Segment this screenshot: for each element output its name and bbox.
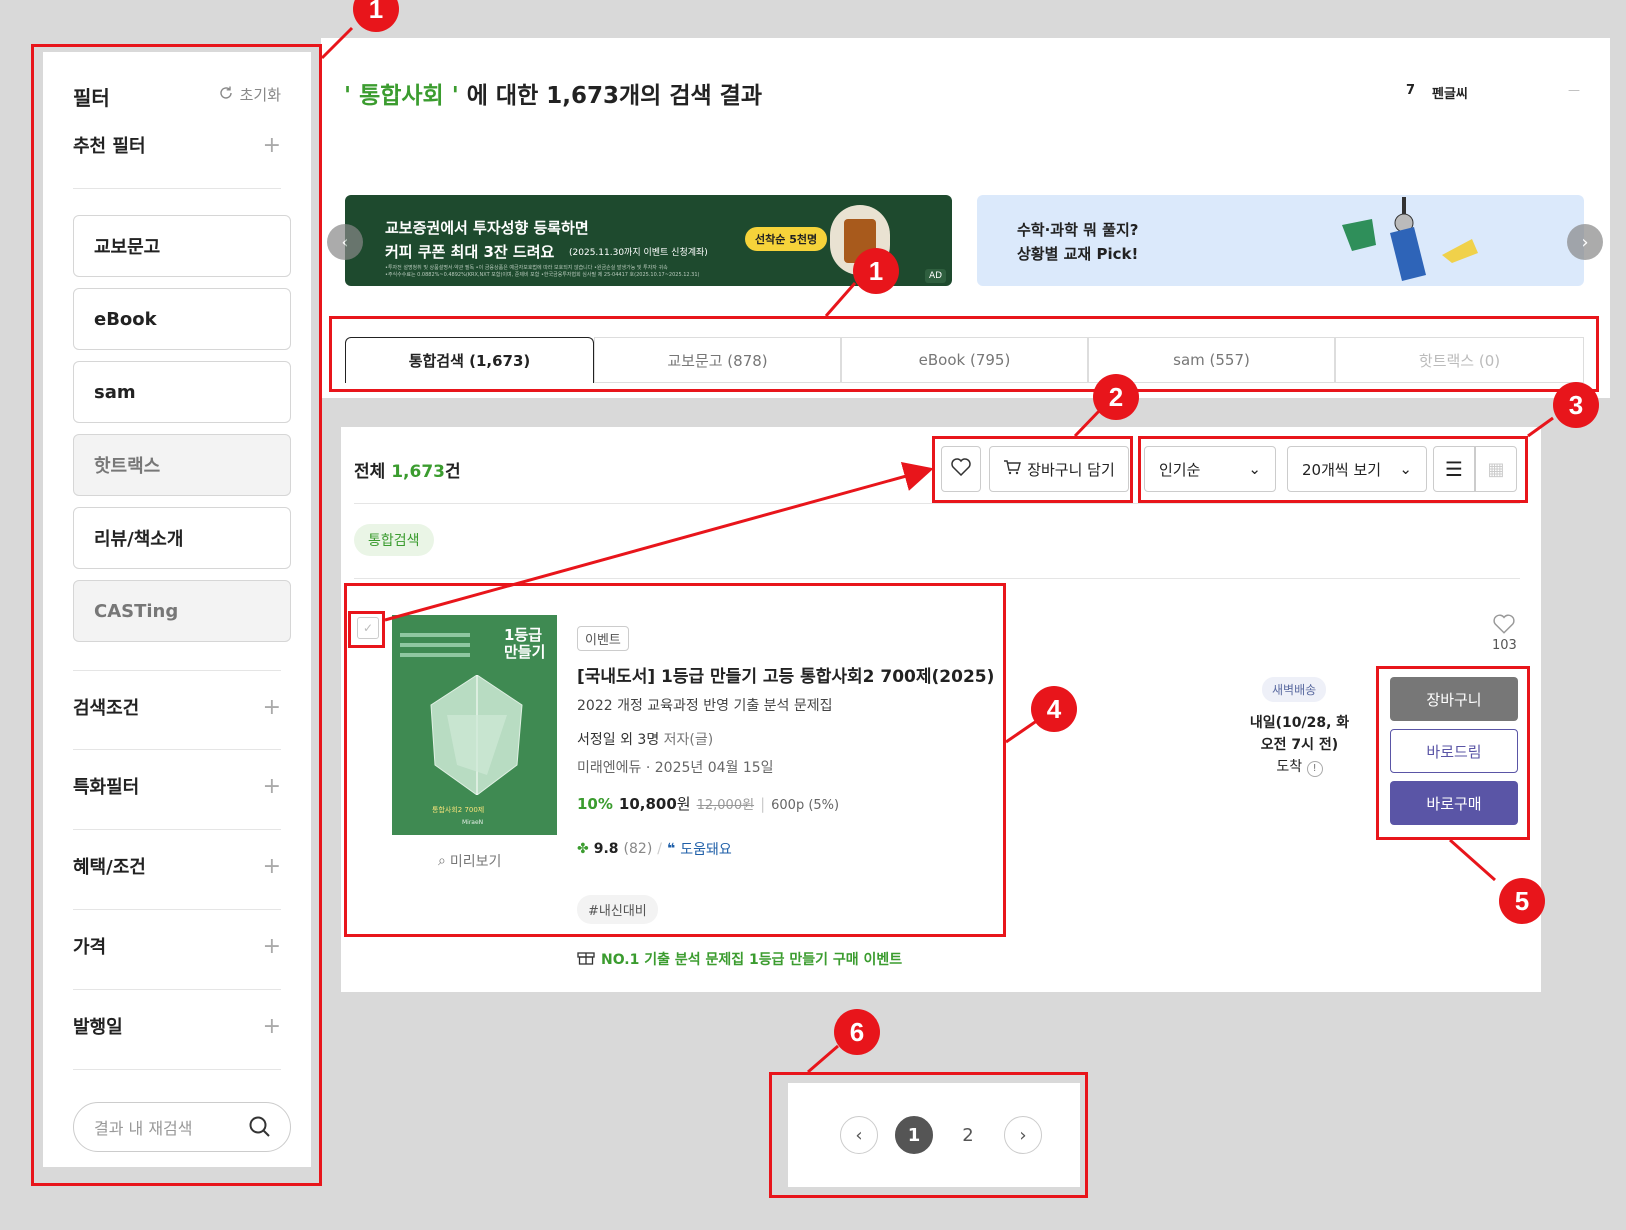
marker-4: 4 bbox=[1031, 686, 1077, 732]
marker-6: 6 bbox=[834, 1009, 880, 1055]
marker-1-tabs: 1 bbox=[853, 248, 899, 294]
marker-5: 5 bbox=[1499, 878, 1545, 924]
annotation-arrows bbox=[320, 26, 1554, 1074]
marker-2: 2 bbox=[1093, 374, 1139, 420]
marker-3: 3 bbox=[1553, 382, 1599, 428]
